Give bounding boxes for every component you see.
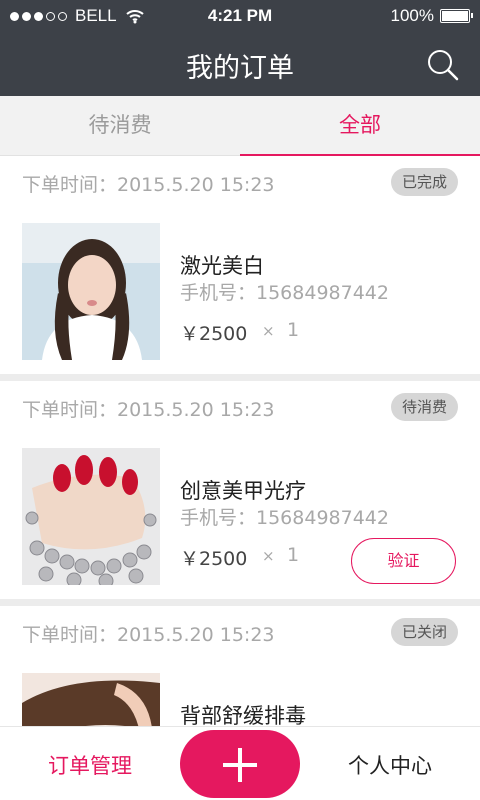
quantity: 1 (287, 544, 300, 566)
verify-button[interactable]: 验证 (351, 538, 456, 584)
add-button[interactable] (180, 730, 300, 798)
tab-personal-center[interactable]: 个人中心 (300, 750, 480, 780)
order-time: 下单时间：2015.5.20 15:23 (22, 174, 275, 196)
status-bar: BELL 4:21 PM 100% (0, 0, 480, 32)
product-image (22, 673, 160, 726)
order-card[interactable]: 下单时间：2015.5.20 15:23 待消费 创意美甲光疗 手机号：1568… (0, 381, 480, 599)
nav-bar: 我的订单 (0, 32, 480, 96)
product-name: 激光美白 (180, 254, 264, 278)
quantity: 1 (287, 319, 300, 341)
price: ￥2500 (180, 323, 248, 345)
product-name: 背部舒缓排毒 (180, 704, 306, 726)
product-image (22, 223, 160, 360)
multiply-sign: × (262, 322, 275, 340)
search-icon[interactable] (424, 46, 460, 82)
battery-icon (440, 9, 473, 23)
status-badge: 已完成 (390, 168, 458, 196)
phone-number: 手机号：15684987442 (180, 507, 389, 529)
price: ￥2500 (180, 548, 248, 570)
multiply-sign: × (262, 547, 275, 565)
tab-order-management[interactable]: 订单管理 (0, 750, 180, 780)
phone-number: 手机号：15684987442 (180, 282, 389, 304)
product-image (22, 448, 160, 585)
order-time: 下单时间：2015.5.20 15:23 (22, 399, 275, 421)
tab-pending[interactable]: 待消费 (0, 96, 240, 155)
status-badge: 已关闭 (390, 618, 458, 646)
order-list: 下单时间：2015.5.20 15:23 已完成 激光美白 手机号：156849… (0, 156, 480, 726)
status-badge: 待消费 (390, 393, 458, 421)
battery-area: 100% (390, 6, 473, 26)
tab-all[interactable]: 全部 (240, 96, 480, 156)
order-card[interactable]: 下单时间：2015.5.20 15:23 已完成 激光美白 手机号：156849… (0, 156, 480, 374)
order-tabs: 待消费 全部 (0, 96, 480, 156)
battery-percent: 100% (390, 6, 434, 25)
page-title: 我的订单 (186, 53, 294, 84)
product-name: 创意美甲光疗 (180, 479, 306, 503)
order-time: 下单时间：2015.5.20 15:23 (22, 624, 275, 646)
order-card[interactable]: 下单时间：2015.5.20 15:23 已关闭 背部舒缓排毒 (0, 606, 480, 726)
